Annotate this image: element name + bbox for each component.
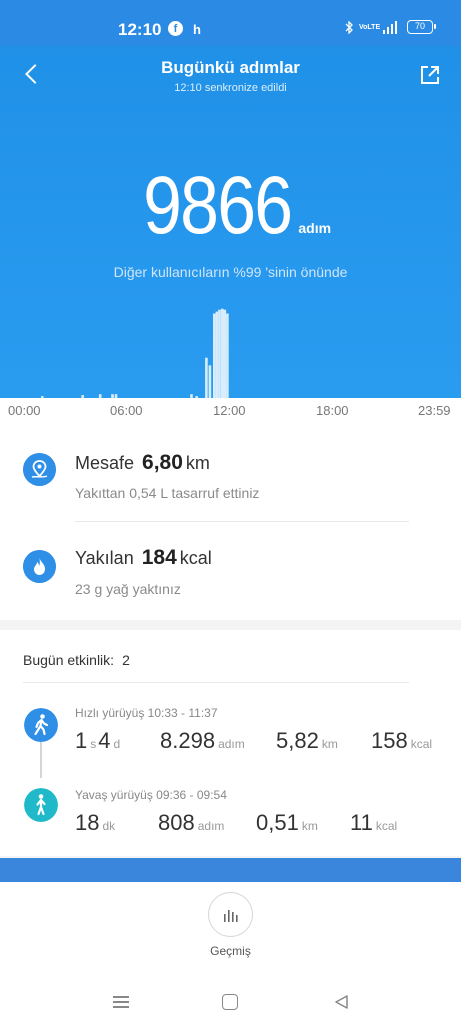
recent-apps-button[interactable] [113, 995, 129, 1009]
activity-steps: 808 adım [158, 810, 224, 836]
battery-icon: 70 [407, 20, 436, 34]
app-bar: Bugünkü adımlar 12:10 senkronize edildi [0, 46, 461, 102]
calories-detail: 23 g yağ yaktınız [75, 581, 181, 597]
chart-bar [213, 313, 216, 398]
chart-bar [215, 311, 219, 398]
activity-steps: 8.298 adım [160, 728, 245, 754]
steps-value: 808 [158, 810, 195, 835]
chart-bar [220, 308, 224, 398]
activities-divider [23, 682, 409, 683]
activity-duration: 1 s4 d [75, 728, 120, 754]
calories-row[interactable]: Yakılan 184 kcal 23 g yağ yaktınız [0, 524, 461, 620]
signal-icon [383, 20, 397, 34]
menu-line [113, 1006, 129, 1008]
sync-status: 12:10 senkronize edildi [174, 82, 287, 94]
chart-bar [223, 309, 227, 398]
volte-icon: VoLTE [359, 23, 381, 31]
menu-line [113, 1001, 129, 1003]
x-tick-label: 00:00 [8, 403, 41, 418]
app-screen: 12:10 f h VoLTE 70 Bugünkü adımlar 12:10… [0, 0, 461, 1024]
chart-bar [205, 357, 208, 398]
facebook-notification-icon: f [168, 21, 183, 36]
distance-value: Mesafe 6,80 km [75, 451, 210, 475]
steps-comparison: Diğer kullanıcıların %99 'sinin önünde [113, 264, 348, 280]
activities-count: 2 [122, 652, 130, 668]
flame-icon [23, 550, 56, 583]
x-tick-label: 23:59 [418, 403, 451, 418]
duration-hours-unit: s [90, 737, 97, 751]
calories-unit: kcal [410, 737, 433, 751]
chart-bar [208, 365, 212, 398]
back-nav-button[interactable] [333, 994, 349, 1010]
history-button[interactable] [208, 892, 253, 937]
stats-card: Mesafe 6,80 km Yakıttan 0,54 L tasarruf e… [0, 424, 461, 620]
chart-bar [218, 309, 221, 398]
distance-detail: Yakıttan 0,54 L tasarruf ettiniz [75, 485, 260, 501]
bottom-bar: Geçmiş [0, 882, 461, 1024]
distance-number: 6,80 [142, 451, 183, 474]
steps-hourly-chart [41, 308, 229, 398]
distance-value: 5,82 [276, 728, 319, 753]
steps-value: 8.298 [160, 728, 216, 753]
x-tick-label: 18:00 [316, 403, 349, 418]
activity-distance: 0,51 km [256, 810, 318, 836]
activity-calories: 158 kcal [371, 728, 432, 754]
walking-icon [24, 708, 58, 742]
activity-title: Yavaş yürüyüş 09:36 - 09:54 [75, 788, 227, 802]
bluetooth-icon [345, 20, 353, 34]
steps-unit: adım [218, 737, 245, 751]
activity-distance: 5,82 km [276, 728, 338, 754]
calories-unit: kcal [375, 819, 398, 833]
share-button[interactable] [419, 64, 441, 86]
stats-divider [75, 521, 409, 522]
distance-row[interactable]: Mesafe 6,80 km Yakıttan 0,54 L tasarruf e… [0, 424, 461, 520]
calories-value: Yakılan 184 kcal [75, 546, 212, 570]
banner-strip [0, 858, 461, 882]
menu-line [113, 996, 129, 998]
status-icons: VoLTE 70 [345, 20, 436, 34]
duration-minutes-unit: dk [102, 819, 116, 833]
location-pin-icon [23, 453, 56, 486]
time-axis: 00:00 06:00 12:00 18:00 23:59 [0, 398, 461, 424]
home-button[interactable] [222, 994, 238, 1010]
duration-hours: 1 [75, 728, 88, 753]
x-tick-label: 06:00 [110, 403, 143, 418]
calories-number: 184 [141, 546, 177, 569]
distance-unit: km [321, 737, 338, 751]
activities-header-label: Bugün etkinlik: [23, 652, 115, 668]
activities-card: Bugün etkinlik: 2 Hızlı yürüyüş 10:33 - 1… [0, 630, 461, 856]
steps-unit: adım [298, 220, 332, 236]
activity-item-fast-walk[interactable]: Hızlı yürüyüş 10:33 - 11:37 1 s4 d 8.298 ad… [0, 696, 461, 776]
duration-minutes: 18 [75, 810, 100, 835]
history-label: Geçmiş [210, 944, 251, 958]
calories-value: 158 [371, 728, 408, 753]
walking-slow-icon [24, 788, 58, 822]
distance-label: Mesafe [75, 453, 135, 473]
duration-minutes-unit: d [113, 737, 121, 751]
x-tick-label: 12:00 [213, 403, 246, 418]
distance-unit: km [185, 453, 210, 473]
activity-duration: 18 dk [75, 810, 115, 836]
steps-count: 9866 [143, 160, 293, 251]
status-time: 12:10 [118, 20, 162, 39]
distance-value: 0,51 [256, 810, 299, 835]
notification-h-icon: h [193, 22, 201, 37]
activity-calories: 11 kcal [350, 810, 397, 836]
activity-item-slow-walk[interactable]: Yavaş yürüyüş 09:36 - 09:54 18 dk 808 adım… [0, 780, 461, 856]
distance-unit: km [301, 819, 318, 833]
calories-unit: kcal [179, 548, 212, 568]
calories-value: 11 [350, 810, 373, 835]
activity-title: Hızlı yürüyüş 10:33 - 11:37 [75, 706, 218, 720]
steps-unit: adım [197, 819, 225, 833]
page-title: Bugünkü adımlar [161, 58, 300, 77]
steps-summary: 9866 adım [0, 165, 461, 247]
calories-label: Yakılan [75, 548, 134, 568]
chart-bar [226, 313, 229, 398]
activities-header: Bugün etkinlik: 2 [23, 652, 130, 668]
status-bar: 12:10 f h VoLTE 70 [0, 0, 461, 46]
bar-chart-icon [224, 910, 238, 922]
duration-minutes: 4 [98, 728, 111, 753]
